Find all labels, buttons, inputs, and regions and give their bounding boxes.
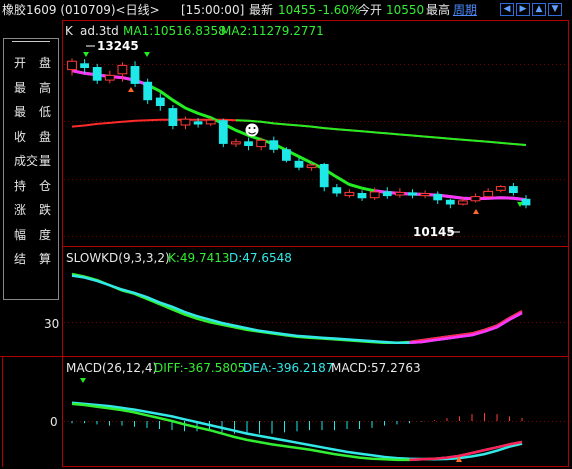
candle-body <box>218 120 228 144</box>
candle-body <box>483 190 494 198</box>
candle-body <box>433 194 443 201</box>
side-row-label-left: 收 <box>14 129 27 144</box>
candle-body <box>244 141 253 146</box>
face-eye <box>248 127 251 129</box>
candle-body <box>369 191 380 199</box>
main-legend-k: K <box>65 24 74 38</box>
side-row-label-right: 仓 <box>39 178 52 193</box>
side-row-label-right: 量 <box>39 154 52 168</box>
side-row-label-right: 盘 <box>39 56 52 70</box>
ma2-path <box>71 118 527 146</box>
ma1-line <box>71 69 527 202</box>
macd-legend-macd: MACD:57.2763 <box>331 361 421 375</box>
candle-body <box>92 67 102 81</box>
macd-axis-label: 0 <box>50 415 58 429</box>
chart-border <box>62 20 569 467</box>
side-row-label-left: 结 <box>14 252 27 266</box>
macd-legend-diff: DIFF:-367.5805 <box>154 361 245 375</box>
candle-body <box>143 81 153 101</box>
chart-canvas: K ad.3td MA1:10516.8358 MA2:11279.2771 1… <box>0 20 569 467</box>
candle-body <box>117 64 128 75</box>
main-legend-ma1: MA1:10516.8358 <box>123 24 226 38</box>
face-eye <box>253 127 256 129</box>
side-row-label-left: 幅 <box>14 227 27 242</box>
side-row-label-left: 成交 <box>14 154 39 168</box>
candle-body <box>294 160 304 168</box>
side-row-label-right: 跌 <box>39 203 52 217</box>
kd-d-line-rising <box>409 311 523 345</box>
side-row-label-left: 持 <box>14 178 27 193</box>
candle-body <box>168 108 178 126</box>
side-row-label-right: 高 <box>39 80 52 95</box>
candle-body <box>319 164 329 188</box>
macd-lines <box>71 378 523 462</box>
candle-body <box>306 164 317 169</box>
macd-legend-name: MACD(26,12,4) <box>66 361 157 375</box>
candle-body <box>509 186 518 193</box>
side-row-label-right: 盘 <box>39 129 52 144</box>
side-row-label-left: 涨 <box>14 203 27 217</box>
side-row-label-right: 度 <box>39 227 52 242</box>
info-side-panel: 开盘最高最低收盘成交量持仓涨跌幅度结算 <box>3 38 59 300</box>
kd-lines <box>71 272 523 345</box>
candlesticks <box>67 58 531 209</box>
sell-arrow-icon <box>80 378 86 383</box>
chart-frame <box>0 20 569 467</box>
kd-axis-label: 30 <box>44 317 59 331</box>
side-row-label-left: 开 <box>14 56 27 70</box>
ma1-path <box>71 69 527 202</box>
side-row-label-left: 最 <box>14 80 27 95</box>
candle-body <box>458 200 468 205</box>
kd-legend-k: K:49.7413 <box>168 251 230 265</box>
main-legend-name: ad.3td <box>80 24 119 38</box>
ma1-path-magenta <box>71 69 527 202</box>
candle-body <box>382 191 392 197</box>
candle-body <box>470 196 481 202</box>
candle-body <box>357 193 367 199</box>
side-divider <box>12 41 50 42</box>
sell-arrow-icon <box>83 52 89 57</box>
candle-body <box>282 149 291 161</box>
candle-body <box>67 60 77 71</box>
kd-k-line <box>71 272 523 345</box>
candle-body <box>344 191 355 197</box>
smiley-face-icon <box>245 123 259 137</box>
sell-arrow-icon <box>144 52 150 57</box>
candle-body <box>420 193 431 197</box>
candle-body <box>231 141 241 145</box>
face-outline <box>245 123 259 137</box>
candle-body <box>445 199 455 205</box>
ma2-line <box>71 118 527 146</box>
kd-legend-name: SLOWKD(9,3,3,2) <box>66 251 170 265</box>
candle-body <box>205 119 216 125</box>
candle-body <box>332 187 342 194</box>
candle-body <box>495 186 506 191</box>
candle-body <box>155 97 165 106</box>
side-row-label-right: 算 <box>39 252 52 266</box>
macd-diff-line <box>71 402 523 462</box>
kd-d-line <box>71 274 523 345</box>
main-legend-ma2: MA2:11279.2771 <box>221 24 324 38</box>
candle-body <box>408 192 417 196</box>
buy-arrow-icon <box>473 209 479 214</box>
candle-body <box>395 191 405 196</box>
kd-legend-d: D:47.6548 <box>229 251 292 265</box>
kd-k-line-rising <box>409 310 523 344</box>
candle-body <box>193 121 203 125</box>
side-row-label-left: 最 <box>14 105 27 119</box>
candle-body <box>80 63 89 68</box>
high-annotation: 13245 <box>97 39 139 53</box>
candle-body <box>269 140 279 150</box>
candle-body <box>180 118 191 126</box>
side-row-label-right: 低 <box>39 105 52 119</box>
candle-body <box>256 139 267 148</box>
buy-arrow-icon <box>128 87 134 92</box>
ma2-path-green <box>235 119 527 146</box>
macd-legend-dea: DEA:-396.2187 <box>243 361 333 375</box>
candle-body <box>130 66 140 84</box>
candle-body <box>104 74 115 81</box>
